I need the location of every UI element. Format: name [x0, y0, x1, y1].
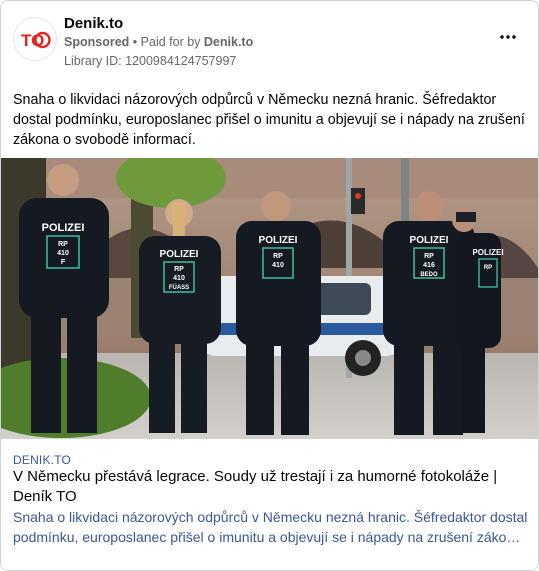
link-description[interactable]: Snaha o likvidaci názorových odpůrců v N…: [13, 507, 528, 547]
svg-text:410: 410: [272, 262, 284, 269]
sponsored-meta: Sponsored • Paid for by Denik.to: [64, 35, 253, 49]
svg-text:410: 410: [57, 250, 69, 257]
svg-text:FÜASS: FÜASS: [169, 284, 189, 291]
post-text: Snaha o likvidaci názorových odpůrců v N…: [13, 92, 525, 148]
denik-logo-icon: TO: [19, 23, 51, 55]
page-avatar[interactable]: TO: [13, 17, 57, 61]
svg-text:POLIZEI: POLIZEI: [472, 248, 503, 257]
svg-text:RP: RP: [273, 253, 283, 260]
ad-card: TO Denik.to Sponsored • Paid for by Deni…: [0, 0, 539, 571]
svg-text:POLIZEI: POLIZEI: [410, 235, 449, 246]
svg-text:POLIZEI: POLIZEI: [259, 235, 298, 246]
ad-image[interactable]: POLIZEI RP 410 F POLIZEI RP 410 FÜASS PO…: [1, 158, 538, 439]
svg-text:POLIZEI: POLIZEI: [42, 222, 85, 234]
paid-for-label: Paid for by: [140, 35, 201, 49]
svg-text:410: 410: [173, 275, 185, 282]
library-id: Library ID: 1200984124757997: [64, 54, 237, 68]
link-title[interactable]: V Německu přestává legrace. Soudy už tre…: [13, 467, 528, 507]
sponsored-label: Sponsored: [64, 35, 130, 49]
link-preview[interactable]: DENIK.TO V Německu přestává legrace. Sou…: [1, 441, 538, 570]
paid-for-name: Denik.to: [203, 35, 254, 49]
svg-text:RP: RP: [484, 265, 492, 271]
page-name-link[interactable]: Denik.to: [64, 15, 123, 32]
svg-text:BEDO: BEDO: [420, 272, 438, 278]
svg-text:RP: RP: [174, 266, 184, 273]
police-officers-photo: POLIZEI RP 410 F POLIZEI RP 410 FÜASS PO…: [1, 158, 538, 439]
more-options-button[interactable]: [494, 27, 522, 47]
ellipsis-icon: [500, 35, 516, 39]
ad-header: TO Denik.to Sponsored • Paid for by Deni…: [13, 11, 526, 73]
svg-text:RP: RP: [424, 253, 434, 260]
link-domain: DENIK.TO: [13, 453, 72, 467]
meta-separator: •: [132, 35, 138, 49]
svg-text:RP: RP: [58, 241, 68, 248]
svg-text:F: F: [61, 259, 66, 266]
svg-text:POLIZEI: POLIZEI: [160, 249, 199, 260]
svg-text:416: 416: [423, 262, 435, 269]
